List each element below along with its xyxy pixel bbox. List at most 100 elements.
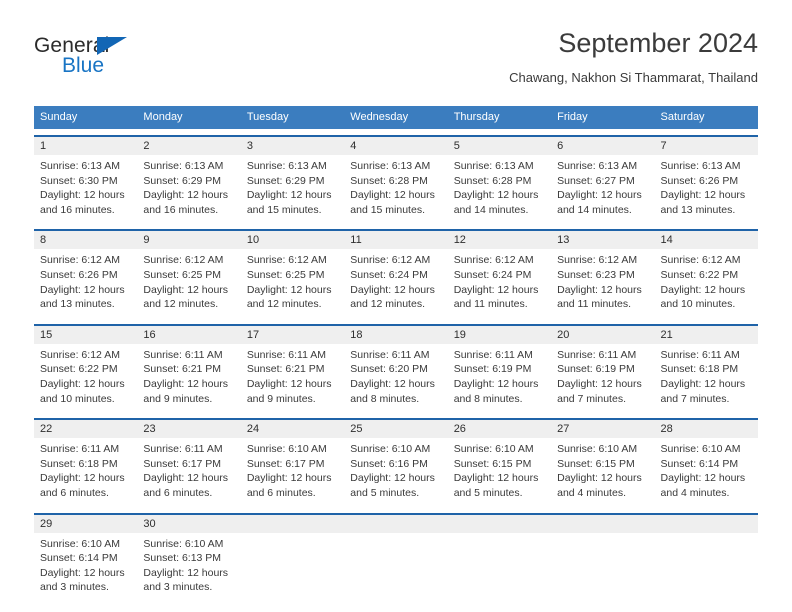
weekday-header-friday: Friday xyxy=(557,111,588,123)
day-cell[interactable]: 16 Sunrise: 6:11 AM Sunset: 6:21 PM Dayl… xyxy=(137,325,241,413)
day-details: Sunrise: 6:10 AM Sunset: 6:17 PM Dayligh… xyxy=(241,438,344,506)
day-number: 28 xyxy=(654,420,758,439)
sunrise-text: Sunrise: 6:12 AM xyxy=(660,254,741,267)
day-number: 26 xyxy=(447,420,552,439)
day-cell[interactable]: 28 Sunrise: 6:10 AM Sunset: 6:14 PM Dayl… xyxy=(654,420,758,507)
day-cell[interactable]: 20 Sunrise: 6:11 AM Sunset: 6:19 PM Dayl… xyxy=(551,325,655,413)
daylight-text-line1: Daylight: 12 hours xyxy=(143,283,229,296)
sunset-text: Sunset: 6:19 PM xyxy=(557,363,635,376)
sunset-text: Sunset: 6:17 PM xyxy=(143,457,222,470)
day-cell[interactable]: 4 Sunrise: 6:13 AM Sunset: 6:28 PM Dayli… xyxy=(344,137,448,224)
day-cell[interactable]: 5 Sunrise: 6:13 AM Sunset: 6:28 PM Dayli… xyxy=(447,137,552,224)
day-details: Sunrise: 6:13 AM Sunset: 6:28 PM Dayligh… xyxy=(448,155,551,223)
day-details: Sunrise: 6:13 AM Sunset: 6:30 PM Dayligh… xyxy=(34,155,137,223)
daylight-text-line1: Daylight: 12 hours xyxy=(453,377,539,390)
day-cell[interactable]: 19 Sunrise: 6:11 AM Sunset: 6:19 PM Dayl… xyxy=(447,325,552,413)
day-cell[interactable]: 26 Sunrise: 6:10 AM Sunset: 6:15 PM Dayl… xyxy=(447,420,552,507)
daylight-text-line1: Daylight: 12 hours xyxy=(350,472,435,485)
week-row: 22 Sunrise: 6:11 AM Sunset: 6:18 PM Dayl… xyxy=(34,418,758,507)
sunrise-text: Sunrise: 6:10 AM xyxy=(143,537,224,550)
daylight-text-line2: and 5 minutes. xyxy=(453,486,523,499)
day-cell[interactable]: 15 Sunrise: 6:12 AM Sunset: 6:22 PM Dayl… xyxy=(34,325,138,413)
daylight-text-line2: and 3 minutes. xyxy=(143,581,213,594)
day-cell[interactable]: 10 Sunrise: 6:12 AM Sunset: 6:25 PM Dayl… xyxy=(240,231,345,318)
day-cell-empty xyxy=(551,514,655,601)
day-cell[interactable]: 7 Sunrise: 6:13 AM Sunset: 6:26 PM Dayli… xyxy=(654,137,758,224)
sunset-text: Sunset: 6:25 PM xyxy=(246,268,325,281)
day-cell[interactable]: 27 Sunrise: 6:10 AM Sunset: 6:15 PM Dayl… xyxy=(551,420,655,507)
sunrise-text: Sunrise: 6:10 AM xyxy=(660,443,741,456)
sunset-text: Sunset: 6:26 PM xyxy=(660,174,739,187)
day-details: Sunrise: 6:12 AM Sunset: 6:24 PM Dayligh… xyxy=(344,249,447,317)
sunrise-text: Sunrise: 6:13 AM xyxy=(143,160,224,172)
day-number: 7 xyxy=(654,137,758,155)
sunrise-text: Sunrise: 6:12 AM xyxy=(350,254,431,267)
day-number: 8 xyxy=(34,231,138,250)
day-cell[interactable]: 24 Sunrise: 6:10 AM Sunset: 6:17 PM Dayl… xyxy=(240,420,345,507)
day-details: Sunrise: 6:11 AM Sunset: 6:18 PM Dayligh… xyxy=(34,438,137,506)
day-cell[interactable]: 30 Sunrise: 6:10 AM Sunset: 6:13 PM Dayl… xyxy=(137,514,241,601)
day-details: Sunrise: 6:12 AM Sunset: 6:23 PM Dayligh… xyxy=(551,249,654,317)
sunrise-text: Sunrise: 6:10 AM xyxy=(453,443,534,456)
day-cell[interactable]: 8 Sunrise: 6:12 AM Sunset: 6:26 PM Dayli… xyxy=(34,231,138,318)
sunrise-text: Sunrise: 6:13 AM xyxy=(350,160,431,172)
day-cell[interactable]: 14 Sunrise: 6:12 AM Sunset: 6:22 PM Dayl… xyxy=(654,231,758,318)
daylight-text-line2: and 15 minutes. xyxy=(350,203,425,216)
sunrise-text: Sunrise: 6:11 AM xyxy=(143,348,223,361)
day-details: Sunrise: 6:10 AM Sunset: 6:16 PM Dayligh… xyxy=(344,438,447,506)
day-cell[interactable]: 22 Sunrise: 6:11 AM Sunset: 6:18 PM Dayl… xyxy=(34,420,138,507)
general-blue-logo[interactable]: General Blue xyxy=(34,34,154,82)
day-cell[interactable]: 1 Sunrise: 6:13 AM Sunset: 6:30 PM Dayli… xyxy=(34,137,138,224)
daylight-text-line1: Daylight: 12 hours xyxy=(143,377,229,390)
day-number: 1 xyxy=(34,137,138,155)
sunrise-text: Sunrise: 6:12 AM xyxy=(40,254,120,267)
day-details: Sunrise: 6:10 AM Sunset: 6:14 PM Dayligh… xyxy=(34,533,137,601)
sunrise-text: Sunrise: 6:13 AM xyxy=(453,160,534,172)
day-cell[interactable]: 23 Sunrise: 6:11 AM Sunset: 6:17 PM Dayl… xyxy=(137,420,241,507)
week-row: 15 Sunrise: 6:12 AM Sunset: 6:22 PM Dayl… xyxy=(34,323,758,413)
daylight-text-line1: Daylight: 12 hours xyxy=(660,377,746,390)
week-row: 8 Sunrise: 6:12 AM Sunset: 6:26 PM Dayli… xyxy=(34,229,758,318)
page-header: General Blue September 2024 Chawang, Nak… xyxy=(34,26,758,98)
sunrise-text: Sunrise: 6:11 AM xyxy=(350,348,430,361)
day-cell[interactable]: 12 Sunrise: 6:12 AM Sunset: 6:24 PM Dayl… xyxy=(447,231,552,318)
daylight-text-line2: and 16 minutes. xyxy=(40,203,115,216)
day-cell[interactable]: 2 Sunrise: 6:13 AM Sunset: 6:29 PM Dayli… xyxy=(137,137,241,224)
daylight-text-line2: and 6 minutes. xyxy=(40,486,109,499)
day-cell[interactable]: 13 Sunrise: 6:12 AM Sunset: 6:23 PM Dayl… xyxy=(551,231,655,318)
logo-triangle-icon xyxy=(97,37,127,55)
day-details: Sunrise: 6:11 AM Sunset: 6:19 PM Dayligh… xyxy=(448,344,551,412)
sunset-text: Sunset: 6:18 PM xyxy=(40,457,118,470)
day-details: Sunrise: 6:12 AM Sunset: 6:25 PM Dayligh… xyxy=(137,249,240,317)
sunrise-text: Sunrise: 6:12 AM xyxy=(143,254,224,267)
day-number: 4 xyxy=(344,137,448,155)
day-cell[interactable]: 25 Sunrise: 6:10 AM Sunset: 6:16 PM Dayl… xyxy=(344,420,448,507)
sunset-text: Sunset: 6:21 PM xyxy=(143,363,222,376)
sunrise-text: Sunrise: 6:12 AM xyxy=(246,254,327,267)
day-number: 22 xyxy=(34,420,138,439)
day-cell[interactable]: 3 Sunrise: 6:13 AM Sunset: 6:29 PM Dayli… xyxy=(240,137,345,224)
day-number: 24 xyxy=(240,420,345,439)
calendar-page: General Blue September 2024 Chawang, Nak… xyxy=(0,0,792,612)
sunset-text: Sunset: 6:29 PM xyxy=(143,174,222,187)
daylight-text-line2: and 15 minutes. xyxy=(246,203,322,216)
day-cell[interactable]: 11 Sunrise: 6:12 AM Sunset: 6:24 PM Dayl… xyxy=(344,231,448,318)
sunset-text: Sunset: 6:15 PM xyxy=(557,457,635,470)
sunset-text: Sunset: 6:22 PM xyxy=(660,268,739,281)
day-cell[interactable]: 18 Sunrise: 6:11 AM Sunset: 6:20 PM Dayl… xyxy=(344,325,448,413)
daylight-text-line1: Daylight: 12 hours xyxy=(246,283,332,296)
sunrise-text: Sunrise: 6:10 AM xyxy=(557,443,638,456)
sunset-text: Sunset: 6:24 PM xyxy=(350,268,428,281)
day-cell[interactable]: 21 Sunrise: 6:11 AM Sunset: 6:18 PM Dayl… xyxy=(654,325,758,413)
day-cell[interactable]: 17 Sunrise: 6:11 AM Sunset: 6:21 PM Dayl… xyxy=(240,325,345,413)
daylight-text-line1: Daylight: 12 hours xyxy=(40,472,125,485)
day-cell[interactable]: 6 Sunrise: 6:13 AM Sunset: 6:27 PM Dayli… xyxy=(551,137,655,224)
daylight-text-line2: and 3 minutes. xyxy=(40,581,109,594)
daylight-text-line2: and 11 minutes. xyxy=(453,298,528,311)
day-number: 14 xyxy=(654,231,758,250)
day-cell[interactable]: 9 Sunrise: 6:12 AM Sunset: 6:25 PM Dayli… xyxy=(137,231,241,318)
daylight-text-line2: and 13 minutes. xyxy=(660,203,736,216)
sunset-text: Sunset: 6:15 PM xyxy=(453,457,532,470)
day-cell[interactable]: 29 Sunrise: 6:10 AM Sunset: 6:14 PM Dayl… xyxy=(34,514,138,601)
day-number: 20 xyxy=(551,325,655,344)
